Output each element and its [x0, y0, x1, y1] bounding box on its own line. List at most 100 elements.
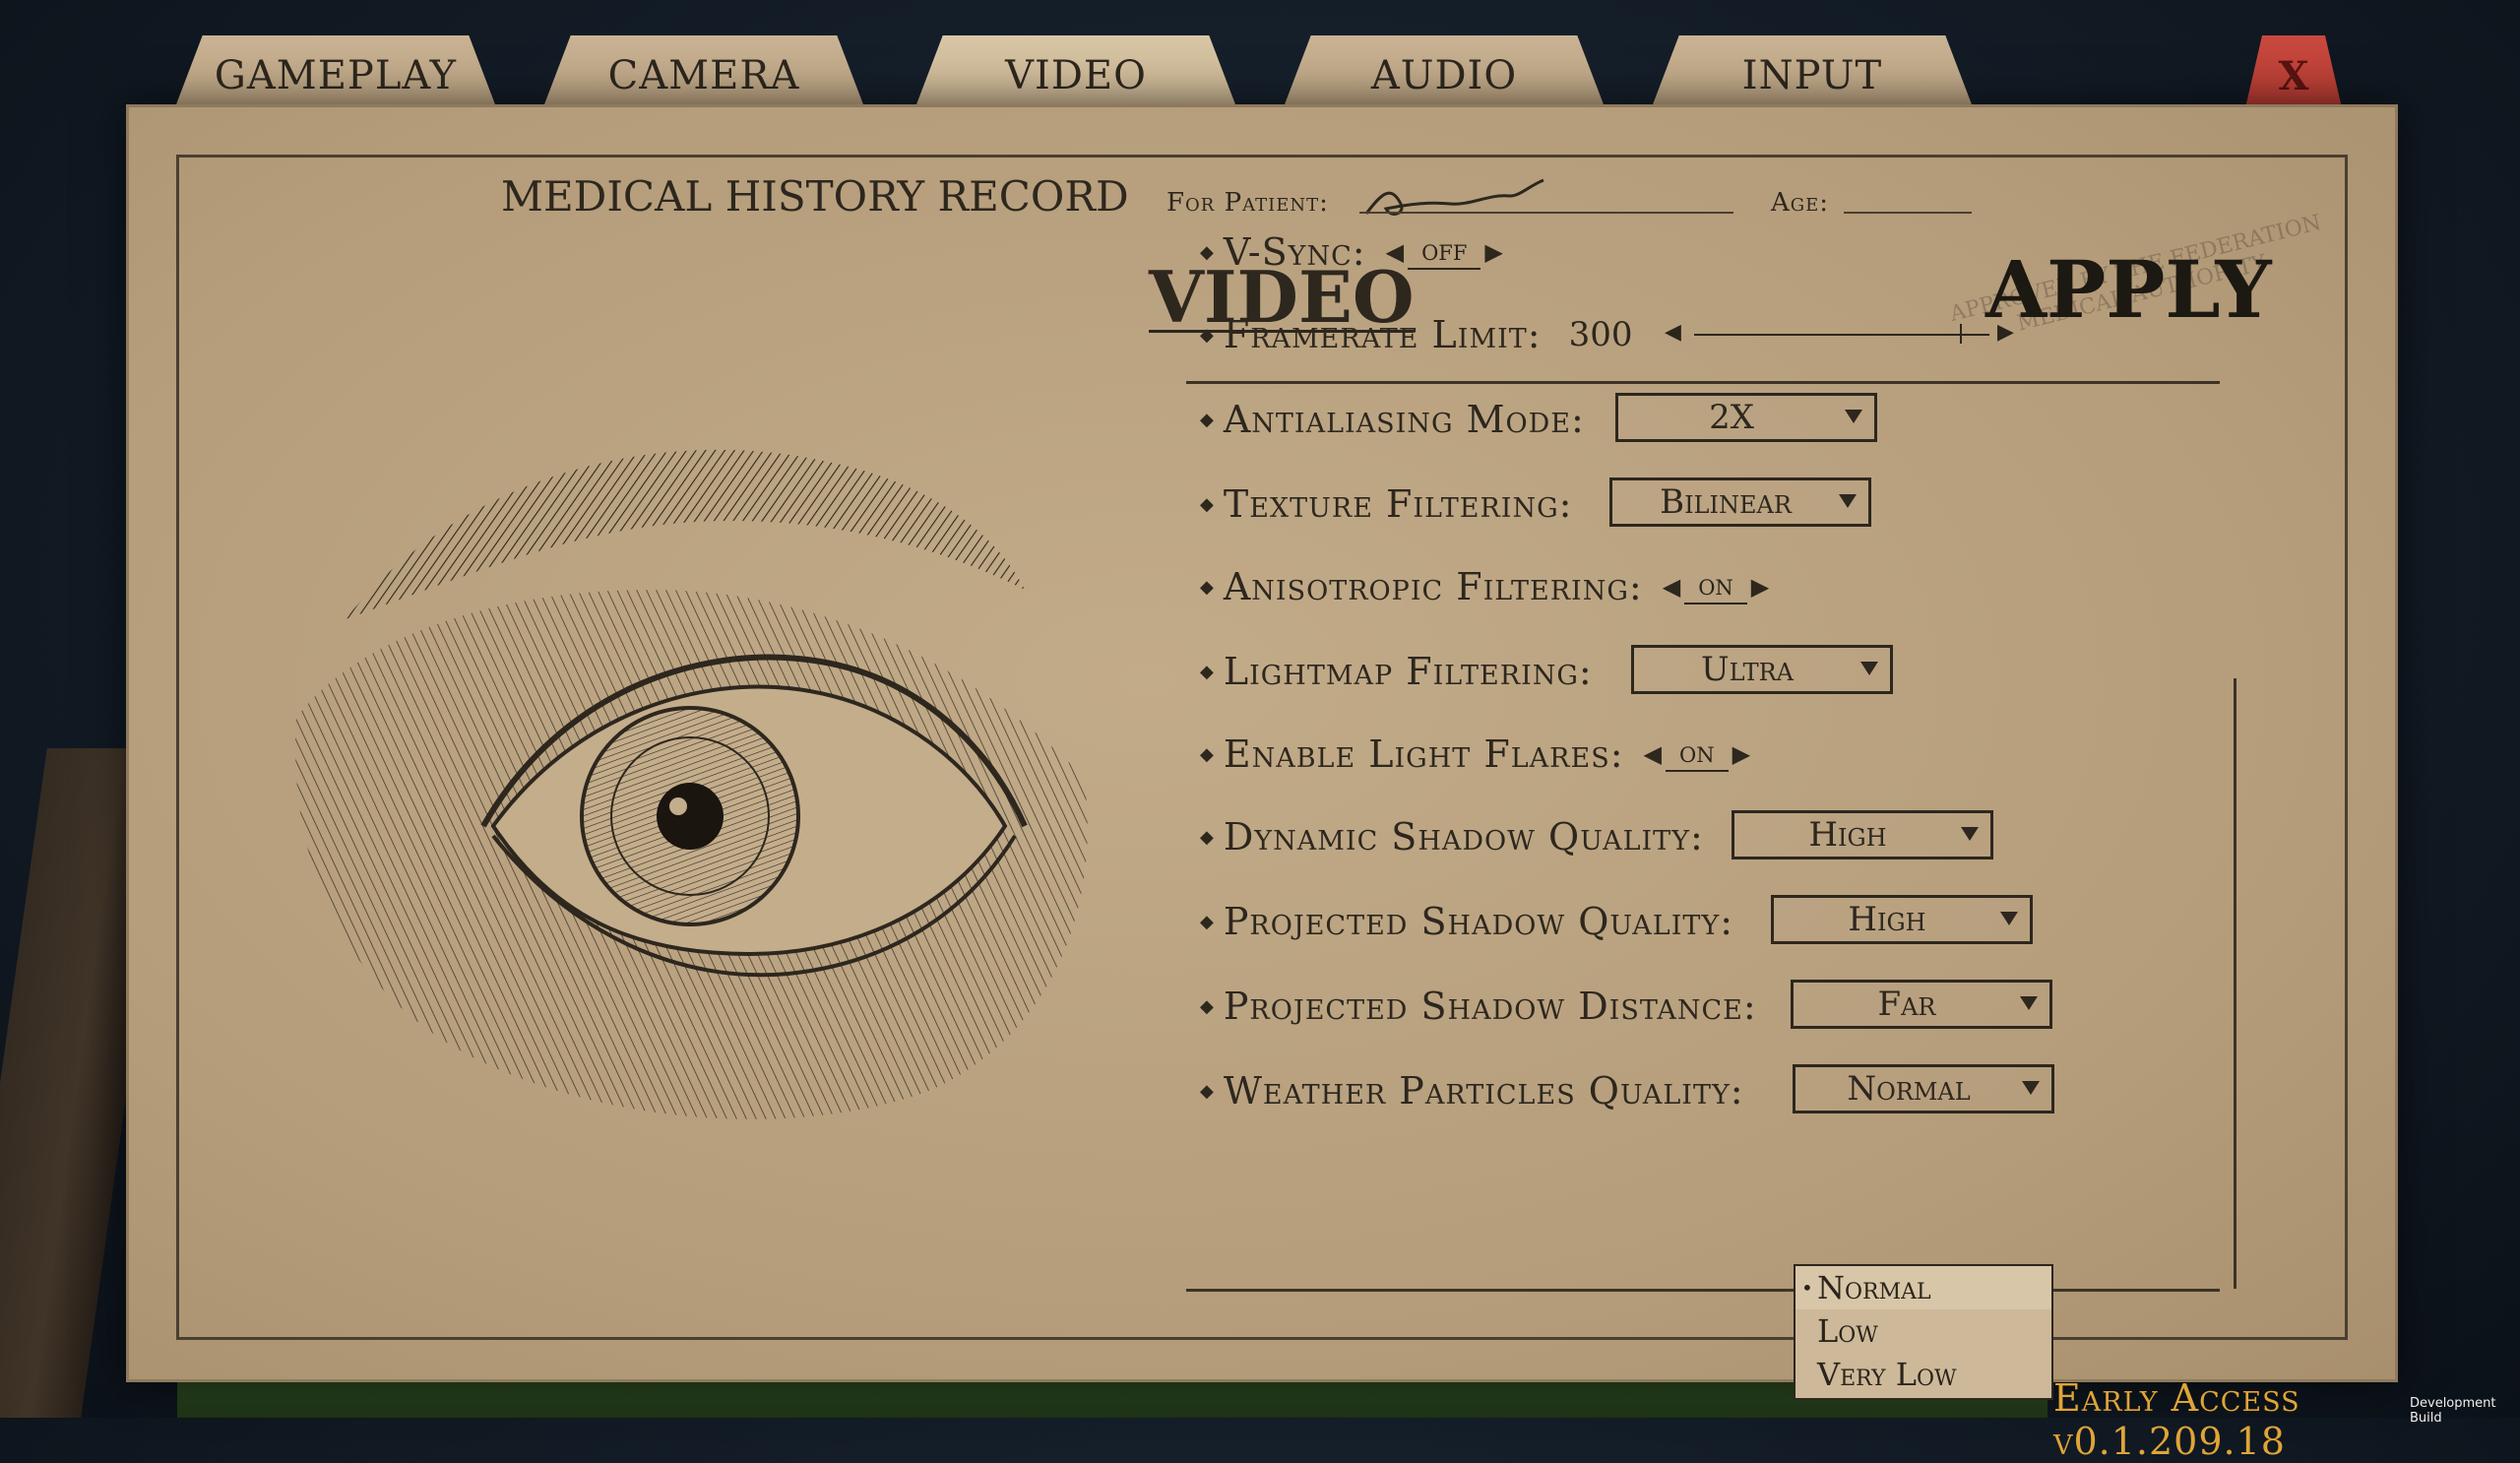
bullet-icon: ◆ [1200, 995, 1214, 1017]
tab-label: CAMERA [607, 53, 800, 98]
arrow-left-icon[interactable]: ◀ [1382, 238, 1408, 266]
setting-texture-filtering: ◆ Texture Filtering: [1200, 479, 1572, 529]
setting-label: Projected Shadow Distance: [1223, 985, 1757, 1028]
close-tab[interactable]: X [2244, 35, 2343, 112]
setting-framerate-limit: ◆ Framerate Limit: 300 [1200, 310, 1632, 359]
eye-illustration [295, 449, 1088, 1119]
close-icon: X [2278, 52, 2309, 99]
setting-light-flares: ◆ Enable Light Flares: ◀ on ▶ [1200, 730, 1754, 779]
signature-scribble [1364, 178, 1544, 216]
dropdown-value: High [1848, 900, 1926, 939]
dropdown-value: Normal [1847, 1069, 1971, 1109]
tab-gameplay[interactable]: GAMEPLAY [173, 35, 498, 112]
bullet-icon: ◆ [1200, 743, 1214, 765]
dynamic-shadow-dropdown[interactable]: High [1732, 810, 1993, 859]
setting-vsync: ◆ V-Sync: ◀ off ▶ [1200, 227, 1507, 277]
tab-input[interactable]: INPUT [1650, 35, 1975, 112]
setting-label: Anisotropic Filtering: [1223, 565, 1643, 608]
setting-anisotropic-filtering: ◆ Anisotropic Filtering: ◀ on ▶ [1200, 562, 1773, 611]
age-label: Age: [1771, 188, 1830, 218]
lightmap-filtering-dropdown[interactable]: Ultra [1631, 645, 1893, 694]
arrow-left-icon[interactable]: ◀ [1659, 573, 1684, 601]
patient-label: For Patient: [1166, 188, 1329, 218]
bullet-icon: ◆ [1200, 409, 1214, 430]
setting-lightmap-filtering: ◆ Lightmap Filtering: [1200, 647, 1593, 696]
chevron-down-icon [1839, 494, 1857, 508]
weather-dropdown-list: Normal Low Very Low [1794, 1264, 2053, 1400]
bullet-icon: ◆ [1200, 241, 1214, 263]
age-line [1844, 212, 1972, 214]
setting-dynamic-shadow-quality: ◆ Dynamic Shadow Quality: [1200, 812, 1704, 861]
tab-label: INPUT [1741, 53, 1883, 98]
arrow-right-icon[interactable]: ▶ [1747, 573, 1773, 601]
projected-shadow-quality-dropdown[interactable]: High [1771, 895, 2033, 944]
bullet-icon: ◆ [1200, 324, 1214, 346]
vsync-stepper[interactable]: ◀ off ▶ [1382, 234, 1507, 270]
bullet-icon: ◆ [1200, 1080, 1214, 1102]
dropdown-option-low[interactable]: Low [1796, 1309, 2051, 1353]
divider-top [1186, 381, 2220, 384]
tab-camera[interactable]: CAMERA [541, 35, 866, 112]
stepper-value: on [1665, 736, 1729, 772]
texture-filtering-dropdown[interactable]: Bilinear [1609, 477, 1871, 527]
tab-label: AUDIO [1370, 53, 1518, 98]
chevron-down-icon [1860, 662, 1878, 675]
scrollbar[interactable] [2234, 678, 2236, 1289]
chevron-down-icon [1845, 410, 1862, 423]
setting-antialiasing: ◆ Antialiasing Mode: [1200, 395, 1585, 444]
dropdown-value: Bilinear [1660, 482, 1792, 522]
setting-label: Lightmap Filtering: [1223, 650, 1593, 693]
framerate-slider[interactable]: ◀ ▶ [1665, 320, 2019, 350]
bullet-icon: ◆ [1200, 576, 1214, 598]
bullet-icon: ◆ [1200, 826, 1214, 848]
chevron-down-icon [2000, 912, 2018, 925]
projected-shadow-distance-dropdown[interactable]: Far [1791, 980, 2052, 1029]
setting-label: Texture Filtering: [1223, 482, 1573, 526]
apply-button[interactable]: APPLY [1985, 243, 2272, 336]
setting-projected-shadow-distance: ◆ Projected Shadow Distance: [1200, 982, 1757, 1031]
bullet-icon: ◆ [1200, 493, 1214, 515]
arrow-right-icon[interactable]: ▶ [1480, 238, 1506, 266]
stepper-value: on [1684, 569, 1747, 604]
setting-label: Enable Light Flares: [1223, 732, 1624, 776]
setting-label: Dynamic Shadow Quality: [1223, 815, 1704, 859]
slider-thumb[interactable] [1960, 324, 1962, 344]
record-title: MEDICAL HISTORY RECORD [501, 172, 1129, 221]
settings-card: MEDICAL HISTORY RECORD For Patient: Age:… [126, 104, 2398, 1382]
anisotropic-stepper[interactable]: ◀ on ▶ [1659, 569, 1774, 604]
arrow-left-icon[interactable]: ◀ [1665, 320, 1681, 345]
dropdown-value: High [1808, 815, 1887, 855]
dev-build-label: Development Build [2410, 1396, 2496, 1426]
divider-bottom [1186, 1289, 2220, 1292]
bullet-icon: ◆ [1200, 661, 1214, 682]
patient-line [1359, 212, 1733, 214]
setting-projected-shadow-quality: ◆ Projected Shadow Quality: [1200, 897, 1733, 946]
tab-label: VIDEO [1005, 53, 1147, 98]
light-flares-stepper[interactable]: ◀ on ▶ [1640, 736, 1755, 772]
framerate-value: 300 [1568, 315, 1633, 354]
setting-label: Framerate Limit: [1223, 313, 1542, 356]
setting-label: Weather Particles Quality: [1223, 1069, 1744, 1113]
arrow-right-icon[interactable]: ▶ [1729, 740, 1754, 768]
dropdown-option-very-low[interactable]: Very Low [1796, 1353, 2051, 1396]
dropdown-option-normal[interactable]: Normal [1796, 1266, 2051, 1309]
chevron-down-icon [2020, 996, 2038, 1010]
weather-particles-dropdown[interactable]: Normal [1793, 1064, 2054, 1113]
chevron-down-icon [1961, 827, 1979, 841]
stepper-value: off [1408, 234, 1481, 270]
setting-label: Projected Shadow Quality: [1223, 900, 1734, 943]
dropdown-value: Far [1877, 985, 1936, 1024]
dropdown-value: 2X [1709, 398, 1754, 437]
arrow-left-icon[interactable]: ◀ [1640, 740, 1666, 768]
setting-weather-particles: ◆ Weather Particles Quality: [1200, 1066, 1744, 1115]
dropdown-value: Ultra [1700, 650, 1795, 689]
chevron-down-icon [2022, 1081, 2040, 1095]
tab-video[interactable]: VIDEO [914, 35, 1238, 112]
tab-label: GAMEPLAY [214, 53, 458, 98]
antialiasing-dropdown[interactable]: 2X [1615, 393, 1877, 442]
bullet-icon: ◆ [1200, 911, 1214, 932]
setting-label: Antialiasing Mode: [1223, 398, 1585, 441]
slider-track [1694, 334, 1989, 336]
setting-label: V-Sync: [1223, 230, 1366, 274]
tab-audio[interactable]: AUDIO [1282, 35, 1606, 112]
